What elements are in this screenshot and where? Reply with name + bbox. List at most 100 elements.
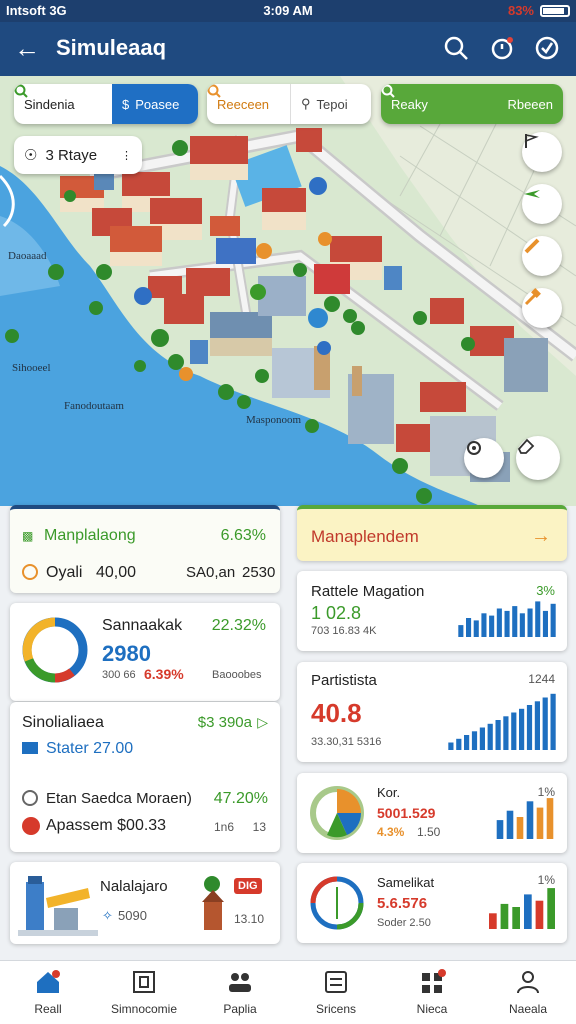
nav-item-sricens[interactable]: Sricens [288, 961, 384, 1024]
chart-bar [473, 620, 479, 637]
recenter-icon[interactable] [464, 438, 504, 478]
bar-chart [448, 693, 556, 750]
chart-bar [542, 610, 548, 637]
card-percent: 3% [536, 583, 555, 598]
card-title: Kor. [377, 785, 401, 800]
row-value: $3 390a [197, 714, 252, 731]
plane-icon[interactable] [522, 184, 562, 224]
nav-item-nieca[interactable]: Nieca [384, 961, 480, 1024]
card-sub: 300 66 [102, 669, 136, 681]
card-percent: 22.32% [211, 617, 266, 634]
more-dots-icon: ⋮ [121, 149, 132, 162]
hammer-icon[interactable] [522, 288, 562, 328]
nav-item-reall[interactable]: Reall [0, 961, 96, 1024]
circle-icon [22, 564, 38, 580]
page-title: Simuleaaq [56, 35, 167, 60]
filter-chip-reeceen[interactable]: Reeceen [207, 84, 291, 124]
chart-bar [464, 735, 470, 750]
clock: 3:09 AM [263, 3, 313, 18]
chart-bar [511, 712, 517, 750]
card-title: Partistista [311, 672, 377, 689]
card-title: Samelikat [377, 875, 435, 890]
chart-bar [503, 716, 509, 750]
filter-chip-tepoi[interactable]: ⚲ Tepoi [291, 84, 371, 124]
filter-chip-poasee[interactable]: $ Poasee [112, 84, 198, 124]
people-icon [229, 973, 251, 992]
search-icon [14, 84, 28, 98]
list-icon [325, 971, 347, 993]
chart-bar [489, 913, 497, 929]
donut-card-sannaakak[interactable]: Sannaakak 22.32% 2980 300 66 6.39% Baooo… [10, 603, 280, 701]
nav-label: Nieca [416, 1002, 448, 1016]
chart-bar [526, 801, 534, 839]
chip-label: Poasee [135, 96, 180, 112]
nav-label: Naeala [508, 1002, 548, 1016]
card-sub: 703 16.83 4K [311, 625, 377, 637]
card-sub: Baooobes [212, 669, 262, 681]
chart-bar [516, 817, 524, 839]
chart-bar [512, 606, 518, 637]
battery-icon [540, 4, 570, 17]
metric-card-rattele[interactable]: Rattele Magation 3% 1 02.8 703 16.83 4K [297, 571, 567, 651]
chart-bar [547, 888, 555, 929]
metric-card-samelikat[interactable]: Samelikat 1% 5.6.576 Soder 2.50 [297, 863, 567, 943]
notification-icon[interactable] [488, 34, 516, 62]
row-label: Etan Saedca Moraen) [46, 790, 192, 807]
card-value: SA0,an [186, 564, 236, 581]
search-icon [207, 84, 221, 98]
map-label: Fanodoutaam [64, 400, 124, 412]
bar-chart [496, 798, 554, 839]
chart-bar [519, 613, 525, 637]
eraser-icon[interactable] [516, 436, 560, 480]
filter-chip-group-a[interactable]: Sindenia $ Poasee [14, 84, 198, 124]
chart-bar [495, 720, 501, 750]
filter-chip-rbeeen[interactable]: Rbeeen [477, 84, 563, 124]
metric-card-kor[interactable]: Kor. 1% 5001.529 4.3% 1.50 [297, 773, 567, 853]
chip-label: Reeceen [217, 96, 270, 112]
arrow-right-icon[interactable]: → [531, 525, 551, 548]
nav-item-paplia[interactable]: Paplia [192, 961, 288, 1024]
box-icon [133, 971, 155, 993]
filter-chip-group-b[interactable]: Reeceen ⚲ Tepoi [207, 84, 371, 124]
stats-card[interactable]: Sinolialiaea $3 390a ▷ Stater 27.00 Etan… [10, 702, 280, 852]
back-arrow-icon[interactable]: ← [14, 34, 40, 62]
nav-item-naeala[interactable]: Naeala [480, 961, 576, 1024]
row-label: Apassem $00.33 [46, 817, 167, 834]
donut-chart [310, 876, 364, 930]
alert-icon [22, 817, 40, 835]
badge: DIG [234, 878, 262, 894]
card-value: 2980 [102, 641, 151, 666]
filter-chip-sindenia[interactable]: Sindenia [14, 84, 112, 124]
pencil-icon[interactable] [522, 236, 562, 276]
map-label: Daoaaad [8, 250, 47, 262]
clock-check-icon[interactable] [533, 34, 561, 62]
flag-icon[interactable] [522, 132, 562, 172]
profile-icon [517, 971, 539, 994]
card-percent: 6.63% [220, 527, 266, 544]
chip-label: Tepoi [316, 96, 348, 112]
city-map[interactable]: Sindenia $ Poasee Reeceen ⚲ Tepoi Reaky … [0, 76, 576, 506]
card-sub-label: Oyali [46, 564, 83, 581]
building-card-nalalajaro[interactable]: Nalalajaro ✧ 5090 DIG 13.10 [10, 862, 280, 944]
summary-card-manaplendem[interactable]: Manaplendem → [297, 505, 567, 561]
summary-card-manplalaong[interactable]: ▩ Manplalaong 6.63% Oyali 40,00 SA0,an 2… [10, 505, 280, 593]
card-sub: 1.50 [417, 825, 441, 839]
status-bar: Intsoft 3G 3:09 AM 83% [0, 0, 576, 22]
layer-selector[interactable]: ☉ 3 Rtaye ⋮ [14, 136, 142, 174]
filter-chip-reaky[interactable]: Reaky [381, 84, 477, 124]
search-icon[interactable] [442, 34, 470, 62]
play-icon[interactable]: ▷ [257, 714, 268, 731]
metric-card-partistista[interactable]: Partistista 1244 40.8 33.30,31 5316 [297, 662, 567, 762]
card-title: Sannaakak [102, 617, 183, 634]
filter-chip-group-c[interactable]: Reaky Rbeeen [381, 84, 563, 124]
chart-bar [500, 903, 509, 929]
card-value: 5001.529 [377, 805, 436, 821]
card-sub: 5090 [118, 908, 147, 923]
map-label: Masponoom [246, 414, 301, 426]
chart-bar [524, 894, 532, 929]
nav-item-simnocomie[interactable]: Simnocomie [96, 961, 192, 1024]
chip-label: Rbeeen [507, 96, 553, 112]
chart-bar [481, 613, 487, 637]
chart-bar [456, 738, 462, 750]
card-title: Manplalaong [44, 527, 136, 544]
